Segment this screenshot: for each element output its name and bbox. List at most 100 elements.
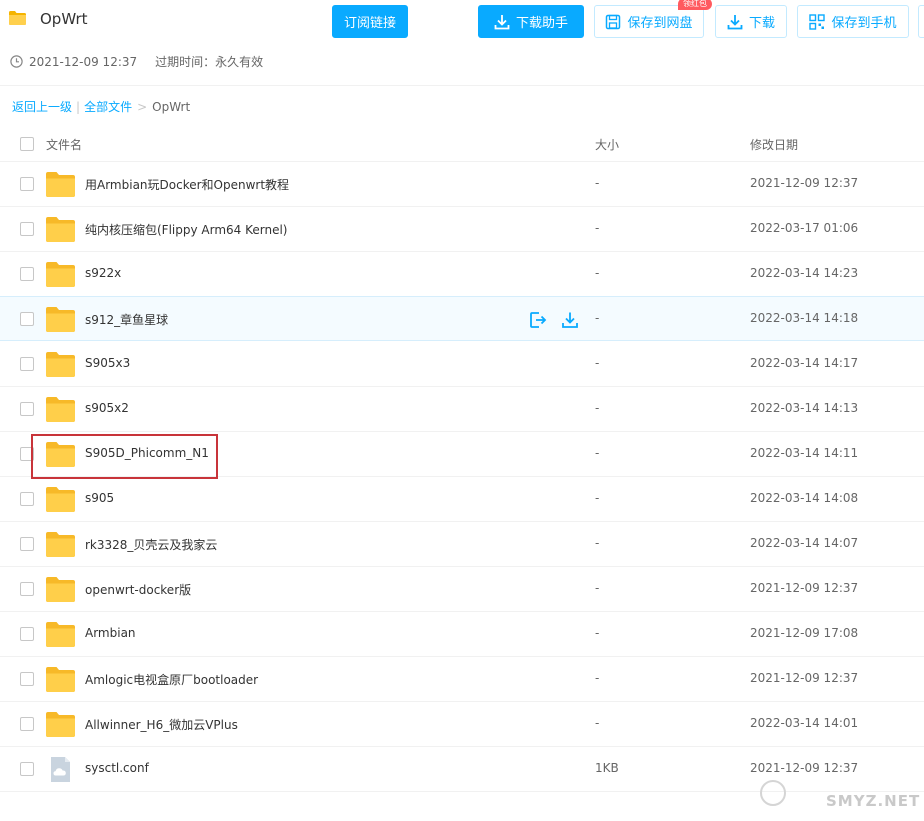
folder-icon	[9, 11, 26, 25]
expire-value: 永久有效	[215, 55, 264, 69]
file-size: -	[595, 176, 600, 190]
file-date: 2022-03-14 14:11	[750, 446, 859, 460]
table-row[interactable]: 用Armbian玩Docker和Openwrt教程 - 2021-12-09 1…	[0, 162, 924, 207]
file-size: -	[595, 581, 600, 595]
row-checkbox[interactable]	[20, 312, 34, 326]
cloud-file-icon	[51, 757, 70, 782]
file-date: 2022-03-14 14:23	[750, 266, 859, 280]
row-checkbox[interactable]	[20, 357, 34, 371]
row-checkbox[interactable]	[20, 537, 34, 551]
file-name[interactable]: sysctl.conf	[85, 761, 149, 775]
table-row[interactable]: 纯内核压缩包(Flippy Arm64 Kernel) - 2022-03-17…	[0, 207, 924, 252]
file-name[interactable]: S905x3	[85, 356, 130, 370]
file-size: -	[595, 356, 600, 370]
file-size: -	[595, 536, 600, 550]
subscribe-label: 订阅链接	[343, 16, 396, 31]
row-checkbox[interactable]	[20, 492, 34, 506]
column-header-date[interactable]: 修改日期	[750, 136, 798, 153]
file-name[interactable]: openwrt-docker版	[85, 581, 191, 598]
table-row[interactable]: s912_章鱼星球 - 2022-03-14 14:18	[0, 296, 924, 341]
folder-icon	[46, 667, 75, 692]
file-name[interactable]: s905x2	[85, 401, 129, 415]
folder-icon	[46, 532, 75, 557]
table-row[interactable]: Allwinner_H6_微加云VPlus - 2022-03-14 14:01	[0, 702, 924, 747]
table-row[interactable]: Armbian - 2021-12-09 17:08	[0, 612, 924, 657]
file-size: -	[595, 491, 600, 505]
row-checkbox[interactable]	[20, 762, 34, 776]
top-bar: OpWrt 订阅链接 下载助手 保存到网盘 领红包 下载 保存到手机	[0, 0, 924, 44]
page-title: OpWrt	[40, 10, 88, 28]
file-table-header: 文件名 大小 修改日期	[0, 125, 924, 162]
file-date: 2022-03-14 14:01	[750, 716, 859, 730]
row-checkbox[interactable]	[20, 627, 34, 641]
file-name[interactable]: s905	[85, 491, 114, 505]
file-name[interactable]: 用Armbian玩Docker和Openwrt教程	[85, 176, 289, 193]
all-files-link[interactable]: 全部文件	[84, 98, 132, 115]
table-row[interactable]: sysctl.conf 1KB 2021-12-09 12:37	[0, 747, 924, 792]
file-size: -	[595, 221, 600, 235]
file-size: -	[595, 671, 600, 685]
table-row[interactable]: s922x - 2022-03-14 14:23	[0, 252, 924, 297]
file-name[interactable]: 纯内核压缩包(Flippy Arm64 Kernel)	[85, 221, 288, 238]
qr-code-icon	[809, 13, 826, 30]
file-name[interactable]: Amlogic电视盒原厂bootloader	[85, 671, 258, 688]
column-header-size[interactable]: 大小	[595, 136, 619, 153]
row-checkbox[interactable]	[20, 582, 34, 596]
folder-icon	[46, 262, 75, 287]
folder-icon	[46, 487, 75, 512]
row-checkbox[interactable]	[20, 222, 34, 236]
file-date: 2022-03-14 14:18	[750, 311, 859, 325]
folder-icon	[46, 712, 75, 737]
table-row[interactable]: s905 - 2022-03-14 14:08	[0, 477, 924, 522]
file-name[interactable]: s912_章鱼星球	[85, 311, 168, 328]
file-date: 2022-03-14 14:17	[750, 356, 859, 370]
save-to-netdisk-icon[interactable]	[528, 310, 548, 330]
file-date: 2021-12-09 12:37	[750, 671, 859, 685]
table-row[interactable]: s905x2 - 2022-03-14 14:13	[0, 387, 924, 432]
file-name[interactable]: Allwinner_H6_微加云VPlus	[85, 716, 238, 733]
breadcrumb: 返回上一级 | 全部文件 > OpWrt	[12, 98, 190, 115]
file-date: 2022-03-14 14:08	[750, 491, 859, 505]
table-row[interactable]: openwrt-docker版 - 2021-12-09 12:37	[0, 567, 924, 612]
file-date: 2022-03-17 01:06	[750, 221, 859, 235]
row-checkbox[interactable]	[20, 672, 34, 686]
download-button[interactable]: 下载	[715, 5, 787, 38]
file-date: 2021-12-09 12:37	[750, 581, 859, 595]
download-icon	[494, 14, 510, 29]
red-packet-badge[interactable]: 领红包	[678, 0, 712, 10]
file-size: 1KB	[595, 761, 619, 775]
breadcrumb-separator: >	[137, 99, 148, 114]
download-icon[interactable]	[560, 310, 580, 330]
table-row[interactable]: S905x3 - 2022-03-14 14:17	[0, 342, 924, 387]
clock-icon	[10, 55, 23, 68]
row-checkbox[interactable]	[20, 267, 34, 281]
row-checkbox[interactable]	[20, 177, 34, 191]
file-name[interactable]: rk3328_贝壳云及我家云	[85, 536, 217, 553]
more-button[interactable]	[918, 5, 924, 38]
download-helper-button[interactable]: 下载助手	[478, 5, 584, 38]
share-meta: 2021-12-09 12:37 过期时间： 永久有效	[10, 53, 263, 70]
file-date: 2021-12-09 12:37	[750, 761, 859, 775]
subscribe-button[interactable]: 订阅链接	[332, 5, 408, 38]
column-header-name[interactable]: 文件名	[46, 136, 82, 153]
download-label: 下载	[748, 16, 775, 31]
expire-label: 过期时间：	[155, 55, 216, 69]
folder-icon	[46, 397, 75, 422]
breadcrumb-current: OpWrt	[152, 99, 191, 114]
file-name[interactable]: s922x	[85, 266, 121, 280]
row-checkbox[interactable]	[20, 717, 34, 731]
file-date: 2021-12-09 17:08	[750, 626, 859, 640]
file-date: 2022-03-14 14:13	[750, 401, 859, 415]
folder-icon	[46, 352, 75, 377]
save-to-phone-button[interactable]: 保存到手机	[797, 5, 909, 38]
file-size: -	[595, 266, 600, 280]
table-row[interactable]: Amlogic电视盒原厂bootloader - 2021-12-09 12:3…	[0, 657, 924, 702]
back-link[interactable]: 返回上一级	[12, 98, 72, 115]
table-row[interactable]: rk3328_贝壳云及我家云 - 2022-03-14 14:07	[0, 522, 924, 567]
folder-icon	[46, 622, 75, 647]
row-checkbox[interactable]	[20, 402, 34, 416]
file-name[interactable]: Armbian	[85, 626, 136, 640]
highlight-box	[31, 434, 218, 479]
row-actions	[528, 310, 592, 330]
select-all-checkbox[interactable]	[20, 137, 34, 151]
